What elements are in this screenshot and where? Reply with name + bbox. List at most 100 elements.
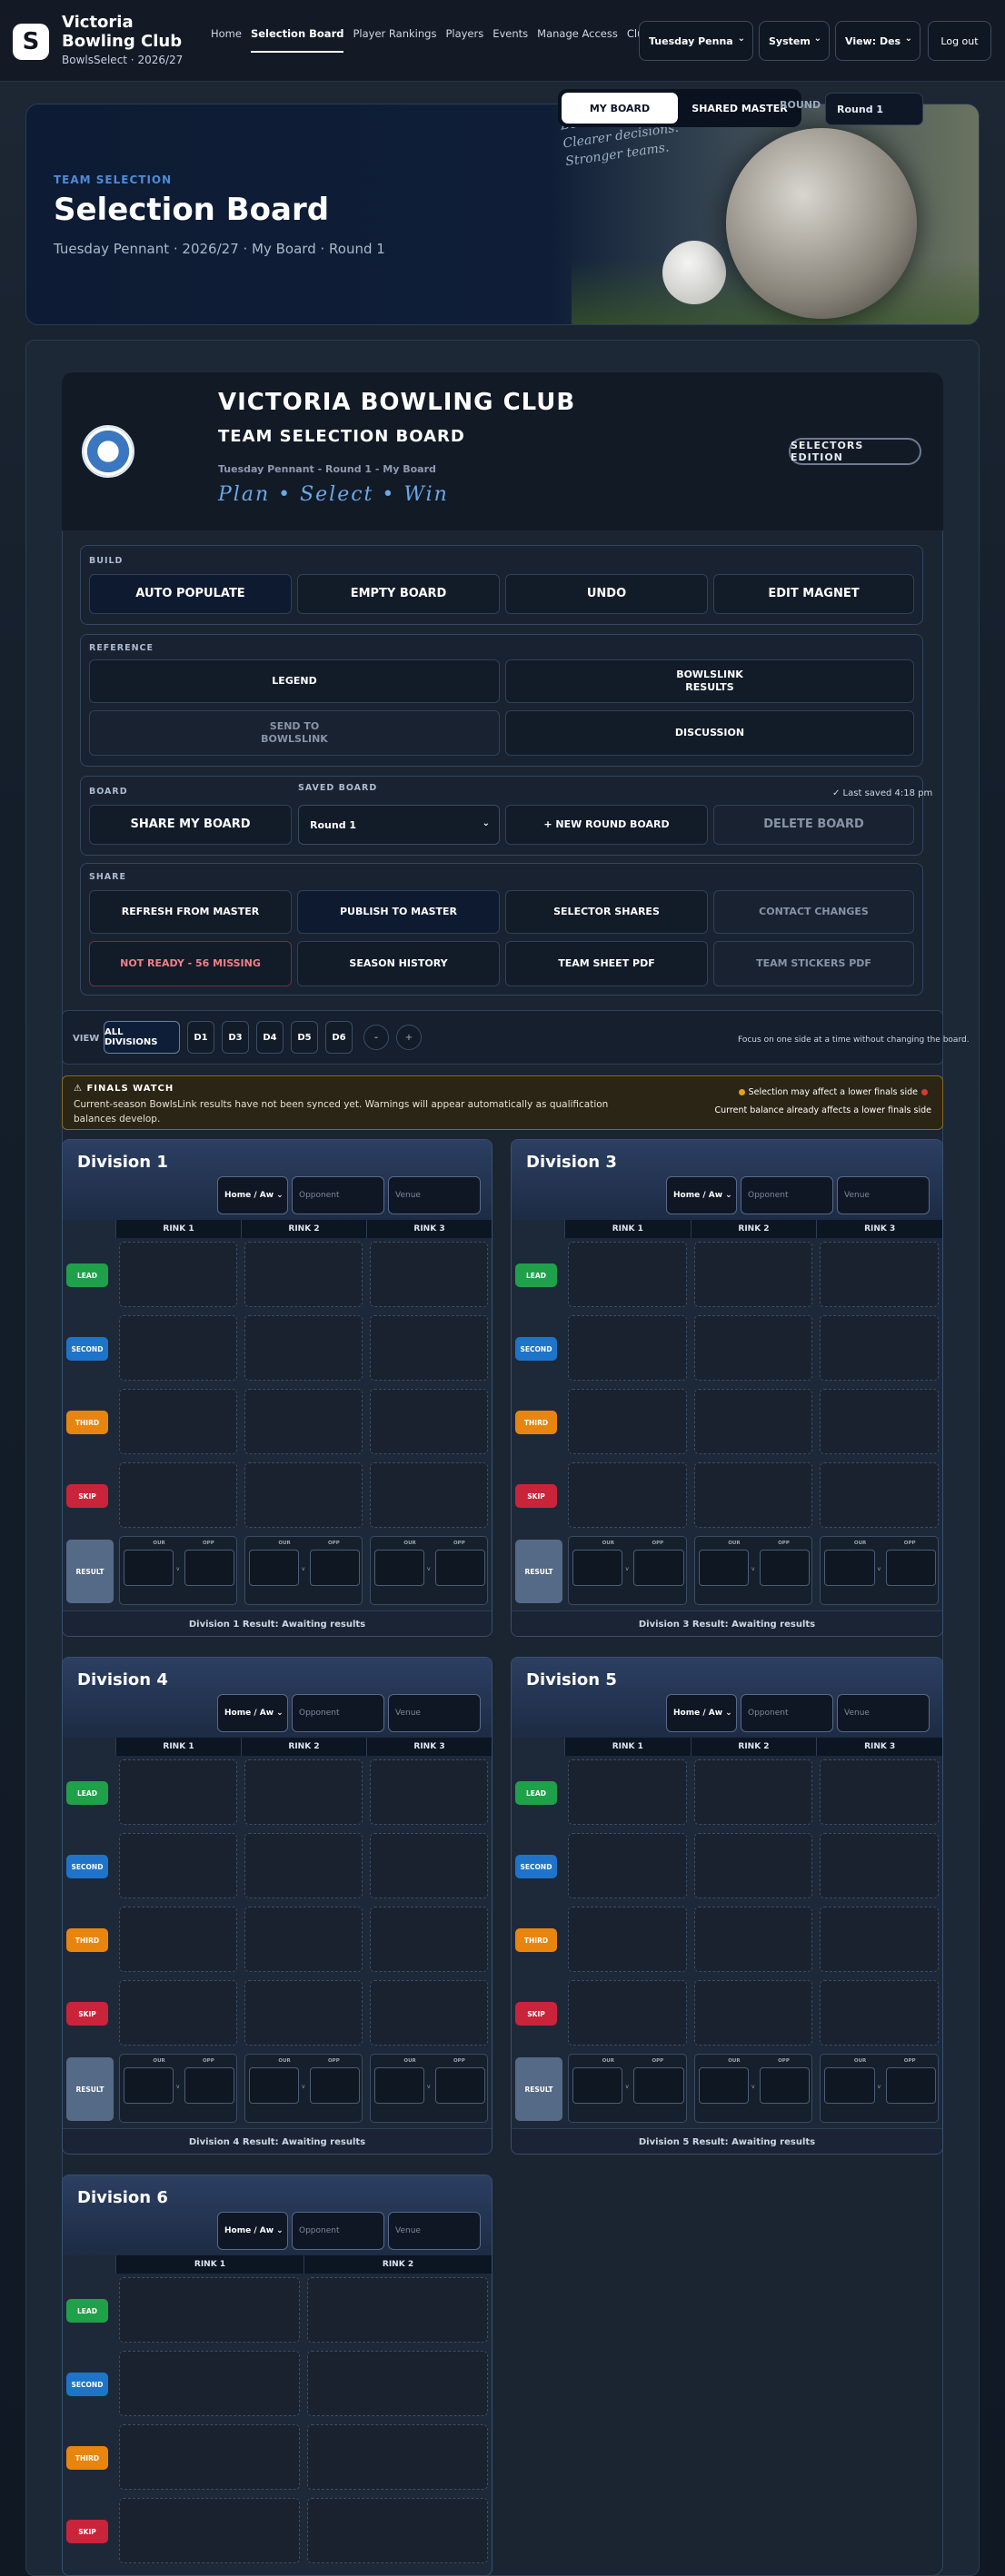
auto-populate-button[interactable]: AUTO POPULATE (89, 574, 292, 614)
app-logo-icon[interactable]: S (13, 24, 49, 60)
opp-score-input[interactable] (184, 1550, 234, 1586)
not-ready-status-button[interactable]: NOT READY - 56 MISSING (89, 941, 292, 986)
season-history-button[interactable]: SEASON HISTORY (297, 941, 500, 986)
player-slot[interactable] (568, 1462, 687, 1528)
selector-shares-button[interactable]: SELECTOR SHARES (505, 890, 708, 934)
player-slot[interactable] (568, 1833, 687, 1898)
home-away-select[interactable]: Home / Aw ⌄ (217, 1176, 288, 1214)
venue-input[interactable]: Venue (837, 1176, 930, 1214)
opp-score-input[interactable] (435, 2067, 485, 2104)
contact-changes-button[interactable]: CONTACT CHANGES (713, 890, 914, 934)
opponent-input[interactable]: Opponent (741, 1694, 833, 1732)
opponent-input[interactable]: Opponent (292, 1176, 384, 1214)
our-score-input[interactable] (124, 2067, 174, 2104)
player-slot[interactable] (568, 1389, 687, 1454)
player-slot[interactable] (307, 2498, 488, 2563)
player-slot[interactable] (119, 2498, 300, 2563)
team-stickers-pdf-button[interactable]: TEAM STICKERS PDF (713, 941, 914, 986)
opp-score-input[interactable] (310, 2067, 360, 2104)
publish-to-master-button[interactable]: PUBLISH TO MASTER (297, 890, 500, 934)
saved-board-select[interactable]: Round 1 ⌄ (298, 805, 500, 845)
our-score-input[interactable] (572, 1550, 623, 1586)
opp-score-input[interactable] (885, 2067, 936, 2104)
opponent-input[interactable]: Opponent (292, 2212, 384, 2250)
theme-select[interactable]: System ⌄ (759, 21, 830, 61)
opponent-input[interactable]: Opponent (741, 1176, 833, 1214)
player-slot[interactable] (119, 1389, 237, 1454)
view-d1[interactable]: D1 (187, 1021, 214, 1054)
venue-input[interactable]: Venue (388, 1694, 481, 1732)
player-slot[interactable] (820, 1907, 939, 1972)
our-score-input[interactable] (374, 1550, 424, 1586)
player-slot[interactable] (568, 1242, 687, 1307)
player-slot[interactable] (244, 1980, 363, 2046)
player-slot[interactable] (119, 1242, 237, 1307)
player-slot[interactable] (244, 1462, 363, 1528)
opp-score-input[interactable] (759, 1550, 811, 1586)
team-sheet-pdf-button[interactable]: TEAM SHEET PDF (505, 941, 708, 986)
nav-manage-access[interactable]: Manage Access (537, 27, 618, 53)
player-slot[interactable] (693, 1907, 813, 1972)
our-score-input[interactable] (572, 2067, 623, 2104)
player-slot[interactable] (820, 1462, 939, 1528)
opp-score-input[interactable] (184, 2067, 234, 2104)
venue-input[interactable]: Venue (837, 1694, 930, 1732)
venue-input[interactable]: Venue (388, 1176, 481, 1214)
player-slot[interactable] (693, 1980, 813, 2046)
player-slot[interactable] (568, 1315, 687, 1381)
player-slot[interactable] (693, 1833, 813, 1898)
player-slot[interactable] (370, 1242, 488, 1307)
edit-magnet-button[interactable]: EDIT MAGNET (713, 574, 914, 614)
venue-input[interactable]: Venue (388, 2212, 481, 2250)
zoom-in-button[interactable]: + (396, 1025, 422, 1050)
player-slot[interactable] (119, 1980, 237, 2046)
home-away-select[interactable]: Home / Aw ⌄ (666, 1694, 737, 1732)
player-slot[interactable] (370, 1389, 488, 1454)
player-slot[interactable] (119, 2277, 300, 2343)
player-slot[interactable] (119, 1759, 237, 1825)
view-d5[interactable]: D5 (291, 1021, 318, 1054)
player-slot[interactable] (820, 1759, 939, 1825)
player-slot[interactable] (370, 1907, 488, 1972)
opp-score-input[interactable] (435, 1550, 485, 1586)
empty-board-button[interactable]: EMPTY BOARD (297, 574, 500, 614)
opp-score-input[interactable] (885, 1550, 936, 1586)
nav-events[interactable]: Events (493, 27, 528, 53)
our-score-input[interactable] (249, 2067, 299, 2104)
player-slot[interactable] (370, 1315, 488, 1381)
nav-home[interactable]: Home (211, 27, 242, 53)
view-select[interactable]: View: Des ⌄ (835, 21, 920, 61)
nav-players[interactable]: Players (445, 27, 483, 53)
player-slot[interactable] (307, 2277, 488, 2343)
player-slot[interactable] (119, 2424, 300, 2490)
player-slot[interactable] (370, 1980, 488, 2046)
refresh-from-master-button[interactable]: REFRESH FROM MASTER (89, 890, 292, 934)
discussion-button[interactable]: DISCUSSION (505, 710, 914, 756)
our-score-input[interactable] (824, 1550, 875, 1586)
player-slot[interactable] (820, 1315, 939, 1381)
player-slot[interactable] (568, 1907, 687, 1972)
player-slot[interactable] (693, 1242, 813, 1307)
player-slot[interactable] (370, 1462, 488, 1528)
player-slot[interactable] (693, 1462, 813, 1528)
view-all-divisions[interactable]: ALL DIVISIONS (104, 1021, 180, 1054)
logout-button[interactable]: Log out (928, 21, 991, 61)
send-to-bowlslink-button[interactable]: SEND TO BOWLSLINK (89, 710, 500, 756)
zoom-out-button[interactable]: - (363, 1025, 389, 1050)
player-slot[interactable] (307, 2351, 488, 2416)
share-my-board-button[interactable]: SHARE MY BOARD (89, 805, 292, 845)
player-slot[interactable] (370, 1759, 488, 1825)
bowlslink-results-button[interactable]: BOWLSLINK RESULTS (505, 659, 914, 703)
round-select[interactable]: Round 1 (825, 93, 923, 125)
player-slot[interactable] (307, 2424, 488, 2490)
player-slot[interactable] (568, 1980, 687, 2046)
player-slot[interactable] (119, 1462, 237, 1528)
opp-score-input[interactable] (759, 2067, 811, 2104)
player-slot[interactable] (119, 1833, 237, 1898)
opp-score-input[interactable] (633, 2067, 684, 2104)
player-slot[interactable] (119, 1907, 237, 1972)
player-slot[interactable] (244, 1315, 363, 1381)
player-slot[interactable] (244, 1242, 363, 1307)
player-slot[interactable] (820, 1242, 939, 1307)
home-away-select[interactable]: Home / Aw ⌄ (666, 1176, 737, 1214)
